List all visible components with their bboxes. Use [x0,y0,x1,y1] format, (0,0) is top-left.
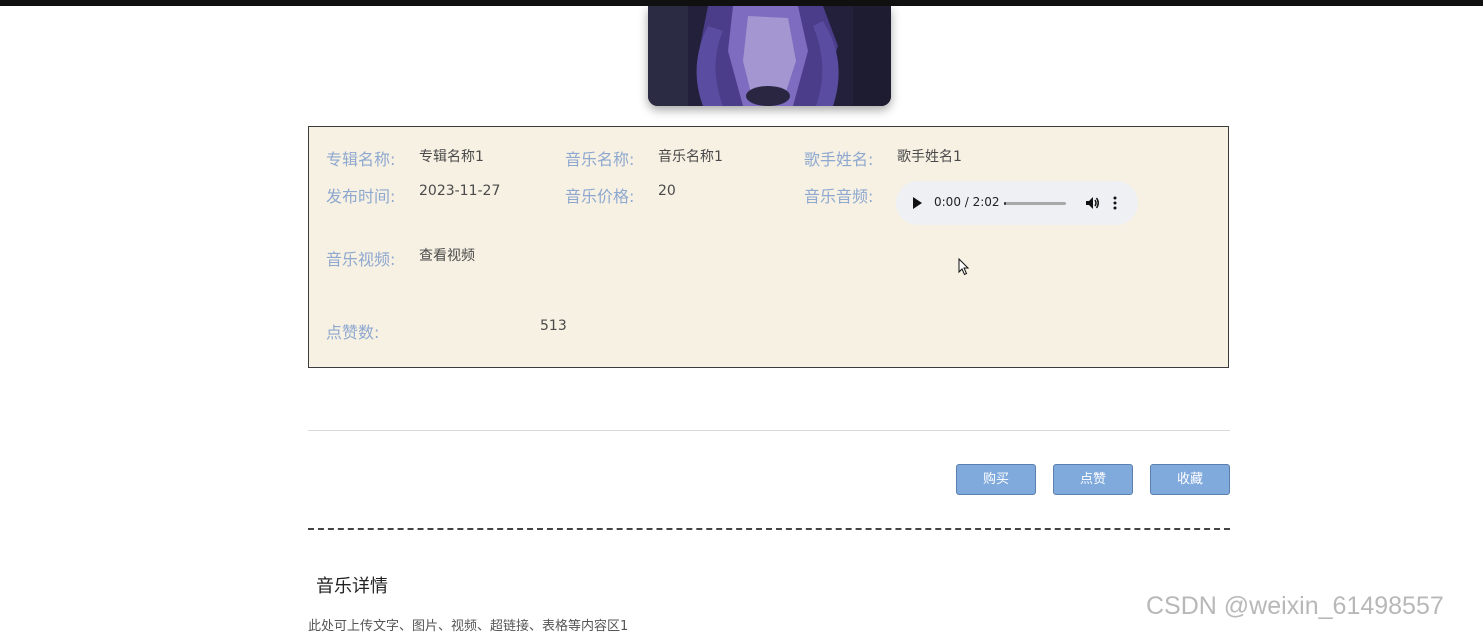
divider [308,430,1230,431]
music-info-panel: 专辑名称: 专辑名称1 音乐名称: 音乐名称1 歌手姓名: 歌手姓名1 发布时间… [308,126,1229,368]
performer-figure-icon [648,6,891,106]
favorite-button[interactable]: 收藏 [1150,464,1230,495]
music-detail-content: 此处可上传文字、图片、视频、超链接、表格等内容区1 [308,619,629,634]
music-price-value: 20 [658,183,676,199]
like-button[interactable]: 点赞 [1053,464,1133,495]
audio-seek-slider[interactable] [1004,202,1066,205]
music-name-value: 音乐名称1 [658,149,723,165]
mouse-cursor-icon [958,258,970,276]
dashed-divider [308,528,1230,530]
audio-player[interactable]: 0:00 / 2:02 [896,181,1138,225]
play-icon[interactable] [913,197,922,209]
likes-value: 513 [540,318,567,334]
watermark: CSDN @weixin_61498557 [1146,592,1444,620]
buy-button[interactable]: 购买 [956,464,1036,495]
audio-time-display: 0:00 / 2:02 [934,195,1000,209]
singer-name-value: 歌手姓名1 [897,149,962,165]
release-date-label: 发布时间: [326,187,396,206]
singer-name-label: 歌手姓名: [804,150,874,169]
album-cover-image [648,6,891,106]
view-video-link[interactable]: 查看视频 [419,245,475,265]
album-name-label: 专辑名称: [326,150,396,169]
music-audio-label: 音乐音频: [804,187,874,206]
audio-seek-progress [1004,202,1006,205]
music-video-label: 音乐视频: [326,250,396,269]
music-name-label: 音乐名称: [565,150,635,169]
more-options-icon[interactable] [1112,195,1118,211]
album-name-value: 专辑名称1 [419,149,484,165]
volume-icon[interactable] [1084,195,1100,211]
music-detail-title: 音乐详情 [316,576,388,597]
music-price-label: 音乐价格: [565,187,635,206]
release-date-value: 2023-11-27 [419,183,501,199]
likes-label: 点赞数: [326,323,380,342]
